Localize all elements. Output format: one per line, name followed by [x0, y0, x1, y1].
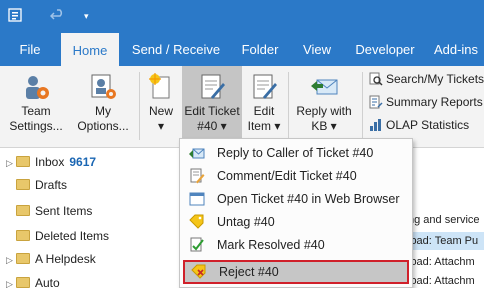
search-icon: [369, 72, 383, 86]
search-tickets-label: Search/My Tickets...: [386, 72, 484, 86]
customize-quick-access-icon[interactable]: ▾: [84, 7, 89, 25]
my-options-button[interactable]: My Options...: [70, 66, 136, 144]
summary-reports-button[interactable]: Summary Reports: [369, 92, 483, 112]
unread-count: 9617: [69, 155, 97, 169]
reply-kb-icon: [311, 79, 338, 95]
tab-view[interactable]: View: [294, 33, 340, 66]
team-settings-button[interactable]: Team Settings...: [2, 66, 70, 144]
browser-icon: [189, 192, 205, 206]
folder-label: Inbox: [35, 155, 65, 169]
folder-item-auto[interactable]: ▷ Auto: [6, 272, 60, 288]
team-settings-icon: [26, 76, 49, 99]
reply-kb-label-1: Reply with: [296, 104, 352, 118]
edit-item-label-1: Edit: [253, 104, 275, 118]
menu-item-reject[interactable]: Reject #40: [183, 260, 409, 284]
reply-with-kb-button[interactable]: Reply with KB ▾: [292, 66, 356, 144]
list-item[interactable]: ng and service: [408, 211, 484, 229]
edit-ticket-icon: [201, 74, 225, 99]
edit-ticket-label-2: #40 ▾: [197, 119, 227, 133]
app-icon: [8, 7, 24, 28]
team-settings-label-1: Team: [21, 104, 51, 118]
ribbon: Team Settings... My Options... New ▾ Edi…: [0, 66, 484, 148]
report-icon: [369, 95, 383, 109]
ribbon-separator: [362, 72, 363, 140]
list-item[interactable]: load: Attachm: [408, 253, 484, 271]
expand-icon[interactable]: ▷: [6, 152, 16, 174]
list-item[interactable]: load: Attachm: [408, 272, 484, 288]
folder-icon: [16, 179, 30, 190]
folder-item-inbox[interactable]: ▷ Inbox 9617: [6, 151, 96, 173]
folder-label: Auto: [35, 276, 60, 288]
olap-statistics-label: OLAP Statistics: [386, 118, 470, 132]
new-label: New: [148, 104, 173, 118]
folder-item-deleted[interactable]: Deleted Items: [16, 225, 109, 247]
folder-icon: [16, 277, 30, 288]
edit-ticket-menu: Reply to Caller of Ticket #40 Comment/Ed…: [179, 138, 413, 288]
tab-file[interactable]: File: [10, 33, 50, 66]
resolved-icon: [190, 237, 204, 252]
menu-item-mark-resolved[interactable]: Mark Resolved #40: [183, 234, 409, 256]
folder-item-helpdesk[interactable]: ▷ A Helpdesk: [6, 248, 96, 270]
menu-item-untag[interactable]: Untag #40: [183, 211, 409, 233]
message-list: ng and service load: Team Pu load: Attac…: [408, 148, 484, 288]
summary-reports-label: Summary Reports: [386, 95, 483, 109]
folder-icon: [16, 156, 30, 167]
edit-item-icon: [253, 74, 277, 99]
folder-icon: [16, 230, 30, 241]
ribbon-tabs: File Home Send / Receive Folder View Dev…: [0, 33, 484, 66]
team-settings-label-2: Settings...: [9, 119, 63, 133]
new-button[interactable]: New ▾: [143, 66, 179, 144]
edit-ticket-label-1: Edit Ticket: [184, 104, 240, 118]
my-options-icon: [91, 74, 116, 99]
menu-item-label: Reply to Caller of Ticket #40: [217, 146, 374, 160]
reply-icon: [189, 148, 205, 159]
new-item-icon: [149, 73, 170, 99]
undo-icon[interactable]: [49, 7, 66, 28]
edit-item-button[interactable]: Edit Item ▾: [244, 66, 284, 144]
my-options-label-2: Options...: [77, 119, 129, 133]
menu-item-label: Comment/Edit Ticket #40: [217, 169, 357, 183]
folder-item-sent[interactable]: Sent Items: [16, 200, 92, 222]
folder-item-drafts[interactable]: Drafts: [16, 174, 67, 196]
folder-label: A Helpdesk: [35, 252, 96, 266]
menu-item-label: Mark Resolved #40: [217, 238, 325, 252]
olap-statistics-button[interactable]: OLAP Statistics: [369, 115, 469, 135]
my-options-label-1: My: [95, 104, 111, 118]
statistics-icon: [370, 119, 381, 131]
edit-item-label-2: Item ▾: [247, 119, 281, 133]
tab-send-receive[interactable]: Send / Receive: [128, 33, 224, 66]
tag-icon: [189, 214, 204, 229]
menu-item-label: Open Ticket #40 in Web Browser: [217, 192, 400, 206]
reject-icon: [191, 264, 206, 279]
edit-ticket-button[interactable]: Edit Ticket #40 ▾: [182, 66, 242, 144]
new-dropdown-arrow: ▾: [157, 119, 165, 133]
menu-item-open-in-browser[interactable]: Open Ticket #40 in Web Browser: [183, 188, 409, 210]
ribbon-separator: [288, 72, 289, 140]
tab-folder[interactable]: Folder: [232, 33, 288, 66]
expand-icon[interactable]: ▷: [6, 249, 16, 271]
folder-pane: ▷ Inbox 9617 Drafts Sent Items Deleted Ite…: [0, 148, 180, 288]
reply-kb-label-2: KB ▾: [311, 119, 337, 133]
menu-item-label: Reject #40: [219, 265, 279, 279]
menu-item-comment-edit[interactable]: Comment/Edit Ticket #40: [183, 165, 409, 187]
search-my-tickets-button[interactable]: Search/My Tickets...: [369, 69, 484, 89]
edit-icon: [190, 168, 205, 184]
list-item[interactable]: load: Team Pu: [408, 232, 484, 250]
folder-icon: [16, 253, 30, 264]
folder-icon: [16, 205, 30, 216]
tab-developer[interactable]: Developer: [350, 33, 420, 66]
folder-label: Sent Items: [35, 204, 93, 218]
folder-label: Deleted Items: [35, 229, 110, 243]
menu-item-label: Untag #40: [217, 215, 275, 229]
tab-add-ins[interactable]: Add-ins: [428, 33, 484, 66]
menu-item-reply-to-caller[interactable]: Reply to Caller of Ticket #40: [183, 142, 409, 164]
ribbon-separator: [139, 72, 140, 140]
title-bar: ▾: [0, 0, 484, 33]
folder-label: Drafts: [35, 178, 68, 192]
tab-home[interactable]: Home: [61, 33, 119, 66]
expand-icon[interactable]: ▷: [6, 273, 16, 288]
